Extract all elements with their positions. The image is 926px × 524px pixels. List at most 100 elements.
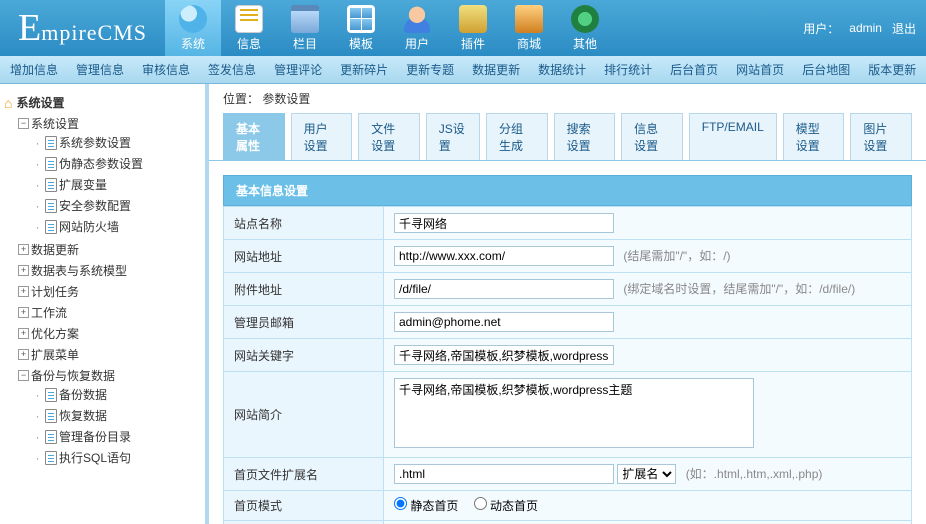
tab[interactable]: 分组生成 bbox=[486, 113, 548, 160]
tree-group[interactable]: +数据表与系统模型 bbox=[18, 262, 201, 279]
input-site-url[interactable] bbox=[394, 246, 614, 266]
tree-group-label: 系统设置 bbox=[31, 115, 79, 132]
nav-plugin[interactable]: 插件 bbox=[445, 0, 501, 56]
toolbar-link[interactable]: 审核信息 bbox=[142, 61, 190, 78]
expand-icon[interactable]: + bbox=[18, 265, 29, 276]
radio-static[interactable]: 静态首页 bbox=[394, 499, 458, 513]
toolbar-link[interactable]: 后台首页 bbox=[670, 61, 718, 78]
tree-leaf[interactable]: · 网站防火墙 bbox=[32, 218, 201, 235]
expand-icon[interactable]: + bbox=[18, 307, 29, 318]
label-php-timeout: PHP超时时间设置 bbox=[224, 521, 384, 524]
input-site-name[interactable] bbox=[394, 213, 614, 233]
expand-icon[interactable]: + bbox=[18, 244, 29, 255]
tab[interactable]: 基本属性 bbox=[223, 113, 285, 160]
file-icon bbox=[45, 136, 57, 150]
tab[interactable]: 文件设置 bbox=[358, 113, 420, 160]
nav-doc[interactable]: 信息 bbox=[221, 0, 277, 56]
tree-leaf[interactable]: ·系统参数设置 bbox=[32, 134, 201, 151]
file-icon bbox=[45, 409, 57, 423]
toolbar-link[interactable]: 排行统计 bbox=[604, 61, 652, 78]
expand-icon[interactable]: + bbox=[18, 349, 29, 360]
logout-link[interactable]: 退出 bbox=[892, 20, 916, 37]
shop-icon bbox=[515, 5, 543, 33]
textarea-intro[interactable] bbox=[394, 378, 754, 448]
nav-label: 信息 bbox=[237, 35, 261, 52]
tree-connector-icon: · bbox=[32, 220, 43, 234]
tab[interactable]: 用户设置 bbox=[291, 113, 353, 160]
toolbar-link[interactable]: 管理信息 bbox=[76, 61, 124, 78]
nav-folder[interactable]: 栏目 bbox=[277, 0, 333, 56]
nav-grid[interactable]: 模板 bbox=[333, 0, 389, 56]
tree-group[interactable]: −备份与恢复数据 bbox=[18, 367, 201, 384]
input-file-url[interactable] bbox=[394, 279, 614, 299]
tree-leaf[interactable]: ·恢复数据 bbox=[32, 407, 201, 424]
tab[interactable]: 信息设置 bbox=[621, 113, 683, 160]
tree-group[interactable]: +扩展菜单 bbox=[18, 346, 201, 363]
tree-connector-icon: · bbox=[32, 409, 43, 423]
nav-user[interactable]: 用户 bbox=[389, 0, 445, 56]
tab[interactable]: JS设置 bbox=[426, 113, 480, 160]
breadcrumb: 位置： 参数设置 bbox=[209, 84, 926, 113]
logo: E mpireCMS bbox=[0, 6, 165, 50]
toolbar-link[interactable]: 版本更新 bbox=[868, 61, 916, 78]
section-title: 基本信息设置 bbox=[223, 175, 912, 206]
sidebar: ⌂ 系统设置 −系统设置·系统参数设置·伪静态参数设置·扩展变量·安全参数配置·… bbox=[0, 84, 209, 524]
doc-icon bbox=[235, 5, 263, 33]
tree-group[interactable]: +数据更新 bbox=[18, 241, 201, 258]
tree-group[interactable]: +优化方案 bbox=[18, 325, 201, 342]
toolbar-link[interactable]: 签发信息 bbox=[208, 61, 256, 78]
tab[interactable]: 图片设置 bbox=[850, 113, 912, 160]
tab[interactable]: FTP/EMAIL bbox=[689, 113, 777, 160]
tree-group[interactable]: +工作流 bbox=[18, 304, 201, 321]
select-ext[interactable]: 扩展名 bbox=[617, 464, 676, 484]
file-icon bbox=[45, 157, 57, 171]
tree-group[interactable]: +计划任务 bbox=[18, 283, 201, 300]
tree-leaf[interactable]: ·伪静态参数设置 bbox=[32, 155, 201, 172]
input-keywords[interactable] bbox=[394, 345, 614, 365]
input-index-ext[interactable] bbox=[394, 464, 614, 484]
label-intro: 网站简介 bbox=[224, 372, 384, 458]
breadcrumb-prefix: 位置： bbox=[223, 92, 259, 106]
tree-leaf-label: 执行SQL语句 bbox=[59, 449, 131, 466]
tree-leaf-label: 安全参数配置 bbox=[59, 197, 131, 214]
tree-leaf[interactable]: ·扩展变量 bbox=[32, 176, 201, 193]
tree-leaf-label: 备份数据 bbox=[59, 386, 107, 403]
toolbar-link[interactable]: 数据统计 bbox=[538, 61, 586, 78]
toolbar-link[interactable]: 增加信息 bbox=[10, 61, 58, 78]
label-site-url: 网站地址 bbox=[224, 240, 384, 273]
tree-leaf-label: 网站防火墙 bbox=[59, 218, 119, 235]
radio-dynamic[interactable]: 动态首页 bbox=[474, 499, 538, 513]
input-admin-email[interactable] bbox=[394, 312, 614, 332]
expand-icon[interactable]: + bbox=[18, 286, 29, 297]
toolbar-link[interactable]: 网站首页 bbox=[736, 61, 784, 78]
tree-root[interactable]: ⌂ 系统设置 bbox=[4, 92, 201, 113]
tree-leaf-label: 扩展变量 bbox=[59, 176, 107, 193]
expand-icon[interactable]: + bbox=[18, 328, 29, 339]
hint-site-url: (结尾需加"/"，如：/) bbox=[623, 249, 730, 263]
toolbar-link[interactable]: 更新碎片 bbox=[340, 61, 388, 78]
toolbar-link[interactable]: 数据更新 bbox=[472, 61, 520, 78]
collapse-icon[interactable]: − bbox=[18, 118, 29, 129]
tree-group[interactable]: −系统设置 bbox=[18, 115, 201, 132]
hint-index-ext: (如：.html,.htm,.xml,.php) bbox=[686, 467, 823, 481]
tree-leaf[interactable]: ·管理备份目录 bbox=[32, 428, 201, 445]
tree-leaf[interactable]: ·安全参数配置 bbox=[32, 197, 201, 214]
content-area: 位置： 参数设置 基本属性用户设置文件设置JS设置分组生成搜索设置信息设置FTP… bbox=[209, 84, 926, 524]
user-name: admin bbox=[849, 21, 882, 35]
nav-globe[interactable]: 系统 bbox=[165, 0, 221, 56]
label-site-name: 站点名称 bbox=[224, 207, 384, 240]
toolbar-link[interactable]: 后台地图 bbox=[802, 61, 850, 78]
toolbar-link[interactable]: 管理评论 bbox=[274, 61, 322, 78]
collapse-icon[interactable]: − bbox=[18, 370, 29, 381]
tab[interactable]: 搜索设置 bbox=[554, 113, 616, 160]
toolbar-link[interactable]: 更新专题 bbox=[406, 61, 454, 78]
label-file-url: 附件地址 bbox=[224, 273, 384, 306]
settings-form: 站点名称 网站地址 (结尾需加"/"，如：/) 附件地址 bbox=[223, 206, 912, 524]
nav-shop[interactable]: 商城 bbox=[501, 0, 557, 56]
tab[interactable]: 模型设置 bbox=[783, 113, 845, 160]
tree-leaf[interactable]: ·执行SQL语句 bbox=[32, 449, 201, 466]
tree-leaf[interactable]: ·备份数据 bbox=[32, 386, 201, 403]
nav-label: 模板 bbox=[349, 35, 373, 52]
nav-other[interactable]: 其他 bbox=[557, 0, 613, 56]
tree-connector-icon: · bbox=[32, 157, 43, 171]
